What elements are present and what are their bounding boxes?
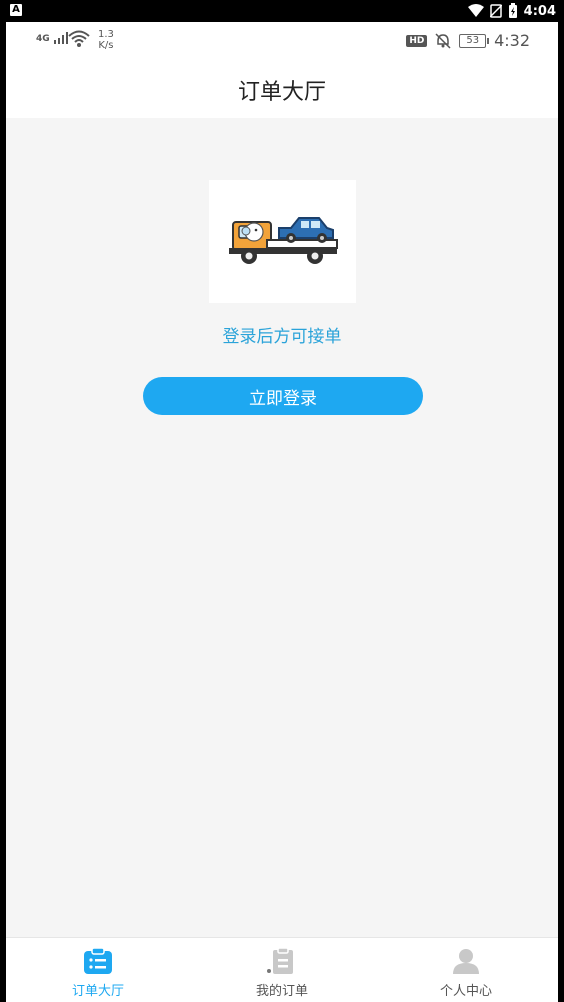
- tab-label: 订单大厅: [71, 984, 124, 999]
- phone-status-right: HD 53 4:32: [406, 31, 530, 50]
- login-hint: 登录后方可接单: [222, 327, 342, 347]
- tow-truck-icon: [229, 217, 338, 264]
- cellular-signal-icon: 4G: [36, 32, 71, 44]
- network-type: 4G: [36, 34, 50, 44]
- page-title: 订单大厅: [237, 80, 326, 105]
- my-orders-icon: [266, 946, 298, 976]
- main-content: 登录后方可接单 立即登录: [6, 118, 558, 938]
- app-notification-icon: A: [10, 4, 22, 16]
- phone-time: 4:32: [494, 31, 530, 50]
- network-speed: 1.3 K/s: [98, 29, 114, 51]
- system-status-bar: A 4:04: [0, 0, 564, 22]
- phone-status-bar: 4G 1.3 K/s HD 53 4:32: [6, 22, 558, 62]
- system-time: 4:04: [523, 3, 556, 19]
- tow-truck-illustration: [209, 180, 356, 303]
- phone-wifi-icon: [68, 30, 90, 47]
- order-hall-icon: [82, 946, 114, 976]
- no-sim-icon: [489, 4, 502, 18]
- app-header: 订单大厅: [6, 62, 558, 118]
- tab-my-orders[interactable]: 我的订单: [190, 938, 374, 1002]
- battery-charging-icon: [508, 3, 517, 18]
- profile-icon: [450, 946, 482, 976]
- tab-label: 个人中心: [439, 984, 492, 999]
- tab-profile[interactable]: 个人中心: [374, 938, 558, 1002]
- wifi-icon: [467, 4, 484, 17]
- login-button[interactable]: 立即登录: [143, 377, 423, 415]
- hd-badge: HD: [406, 34, 428, 47]
- app-frame: 4G 1.3 K/s HD 53 4:32 订单大厅 登录后方可接单 立即登录 …: [6, 22, 558, 1002]
- battery-indicator: 53: [459, 33, 489, 48]
- mute-bell-icon: [435, 32, 451, 49]
- bottom-tab-bar: 订单大厅 我的订单 个人中心: [6, 937, 558, 1002]
- tab-order-hall[interactable]: 订单大厅: [6, 938, 190, 1002]
- system-status-right: 4:04: [467, 2, 556, 20]
- tab-label: 我的订单: [255, 984, 308, 999]
